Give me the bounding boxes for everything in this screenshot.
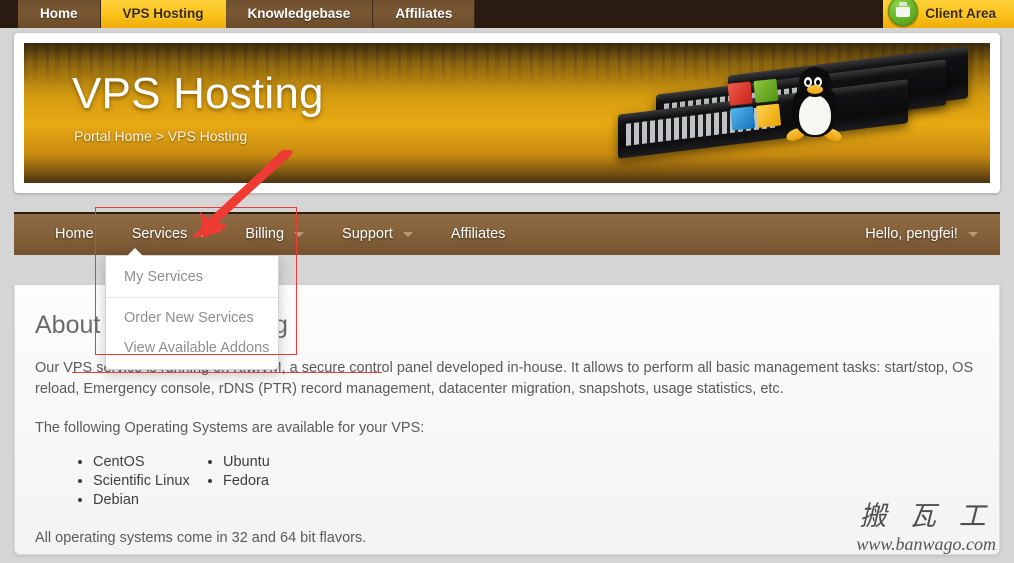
chevron-down-icon	[968, 231, 978, 237]
top-tab-knowledgebase[interactable]: Knowledgebase	[225, 0, 374, 28]
nav-item-affiliates[interactable]: Affiliates	[432, 214, 525, 255]
os-intro-paragraph: The following Operating Systems are avai…	[35, 420, 425, 436]
dropdown-item-view-available-addons[interactable]: View Available Addons	[106, 333, 278, 363]
primary-tab-list: Home VPS Hosting Knowledgebase Affiliate…	[18, 0, 476, 28]
nav-label: Affiliates	[450, 226, 506, 242]
dropdown-divider	[106, 297, 278, 298]
breadcrumb: Portal Home > VPS Hosting	[74, 128, 248, 144]
nav-item-home[interactable]: Home	[36, 214, 113, 255]
nav-label: Home	[55, 226, 94, 242]
top-tab-affiliates[interactable]: Affiliates	[373, 0, 476, 28]
top-tab-vps-hosting[interactable]: VPS Hosting	[100, 0, 226, 28]
server-artwork	[618, 46, 968, 173]
linux-tux-icon	[784, 67, 844, 144]
dropdown-item-my-services[interactable]: My Services	[106, 262, 278, 292]
client-area-button[interactable]: Client Area	[883, 0, 1014, 28]
page-card: VPS Hosting Portal Home > VPS Hosting	[14, 33, 1000, 193]
list-item: Ubuntu	[223, 453, 335, 472]
list-item: CentOS	[93, 453, 205, 472]
list-item: Debian	[93, 491, 205, 510]
list-item: Scientific Linux	[93, 472, 205, 491]
services-dropdown-menu: My Services Order New Services View Avai…	[105, 248, 279, 370]
windows-logo-icon	[727, 78, 785, 133]
flavors-paragraph: All operating systems come in 32 and 64 …	[35, 530, 367, 546]
list-item: Fedora	[223, 472, 335, 491]
os-column-right: Ubuntu Fedora	[205, 453, 335, 510]
top-header-bar: Home VPS Hosting Knowledgebase Affiliate…	[0, 0, 1014, 28]
top-tab-home[interactable]: Home	[18, 0, 101, 28]
nav-label: Support	[342, 226, 393, 242]
os-column-left: CentOS Scientific Linux Debian	[75, 453, 205, 510]
client-area-label: Client Area	[925, 6, 996, 21]
os-list-container: CentOS Scientific Linux Debian Ubuntu Fe…	[75, 453, 999, 510]
user-greeting-label: Hello, pengfei!	[865, 226, 958, 242]
user-menu-button[interactable]: Hello, pengfei!	[865, 214, 978, 255]
nav-item-list: Home Services Billing Support Affiliates	[36, 214, 524, 255]
chevron-down-icon	[402, 231, 413, 237]
nav-label: Services	[131, 226, 188, 242]
dropdown-item-order-new-services[interactable]: Order New Services	[106, 303, 278, 333]
nav-item-billing[interactable]: Billing	[226, 214, 323, 255]
chevron-down-icon	[294, 231, 305, 237]
nav-label: Billing	[245, 226, 285, 242]
page-title: VPS Hosting	[72, 69, 324, 118]
secondary-nav-bar: Home Services Billing Support Affiliates…	[14, 212, 1000, 255]
page-banner: VPS Hosting Portal Home > VPS Hosting	[24, 43, 990, 183]
chevron-down-icon	[197, 231, 208, 237]
clipboard-icon	[888, 0, 919, 26]
nav-item-support[interactable]: Support	[323, 214, 432, 255]
